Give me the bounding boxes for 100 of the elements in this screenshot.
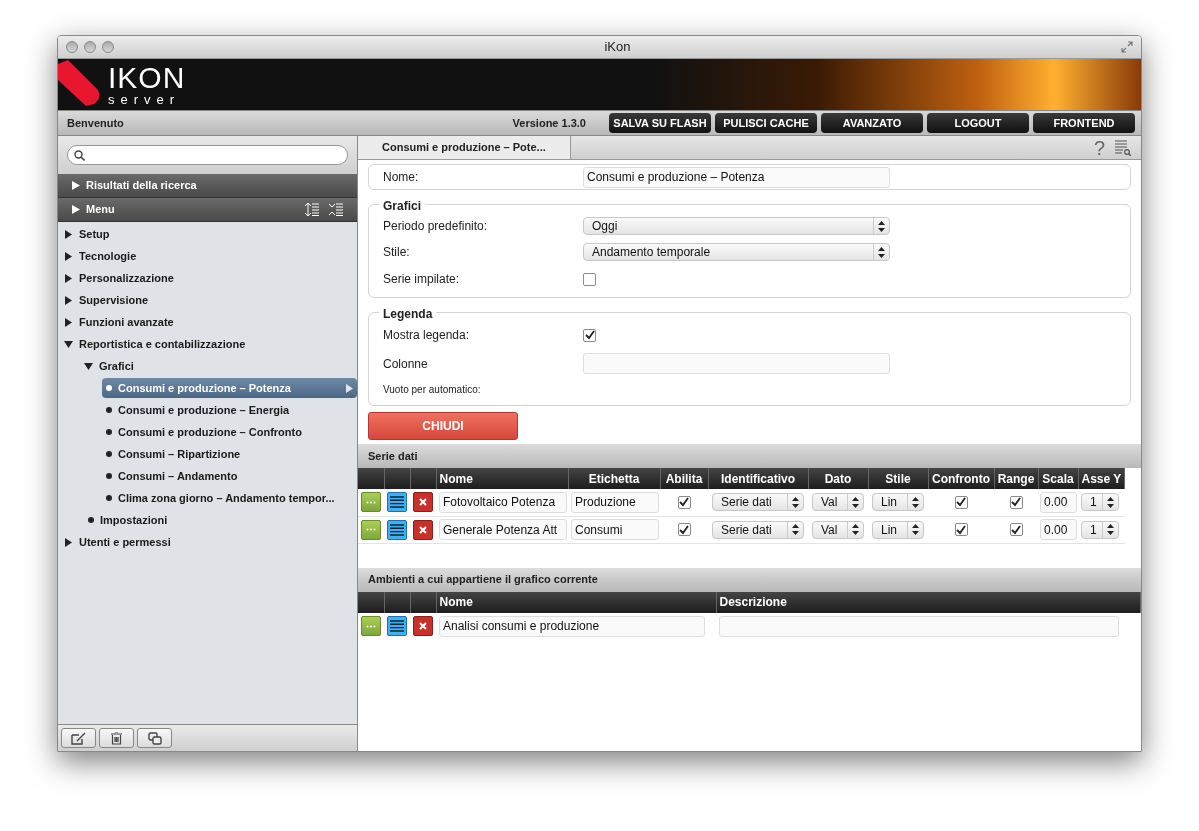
tree-item[interactable]: Supervisione bbox=[79, 291, 149, 309]
tree-item[interactable]: Funzioni avanzate bbox=[79, 313, 174, 331]
collapse-all-icon[interactable] bbox=[329, 203, 343, 216]
enable-checkbox[interactable] bbox=[677, 495, 691, 509]
identifier-select[interactable]: Serie dati bbox=[712, 493, 804, 512]
delete-button[interactable] bbox=[413, 519, 433, 540]
column-header: Abilita bbox=[660, 468, 708, 489]
tree-item[interactable]: Consumi e produzione – Energia bbox=[118, 401, 290, 419]
scale-field[interactable]: 0.00 bbox=[1040, 519, 1077, 540]
collapsed-triangle-icon[interactable] bbox=[64, 273, 73, 283]
section-header[interactable]: Risultati della ricerca bbox=[58, 174, 357, 198]
list-search-icon[interactable] bbox=[1115, 139, 1131, 156]
delete-button[interactable] bbox=[413, 492, 433, 513]
columns-field[interactable] bbox=[583, 353, 890, 374]
name-field[interactable]: Generale Potenza Att bbox=[439, 519, 567, 540]
tree-item[interactable]: Utenti e permessi bbox=[79, 533, 171, 551]
tree-item[interactable]: Clima zona giorno – Andamento tempor... bbox=[118, 489, 335, 507]
edit-button[interactable] bbox=[361, 519, 381, 540]
list-button[interactable] bbox=[387, 492, 407, 513]
identifier-select[interactable]: Serie dati bbox=[712, 520, 804, 539]
collapsed-triangle-icon[interactable] bbox=[64, 295, 73, 305]
toolbar-button[interactable]: FRONTEND bbox=[1033, 113, 1135, 133]
axis-select[interactable]: 1 bbox=[1081, 493, 1119, 512]
edit-button[interactable] bbox=[361, 492, 381, 513]
tab[interactable]: Consumi e produzione – Pote... bbox=[358, 136, 571, 159]
field-label: Periodo predefinito: bbox=[383, 218, 489, 235]
name-field[interactable]: Analisi consumi e produzione bbox=[439, 615, 705, 637]
section-header[interactable]: Menu bbox=[58, 198, 357, 222]
collapsed-triangle-icon[interactable] bbox=[64, 229, 73, 239]
tree-item[interactable]: Setup bbox=[79, 225, 110, 243]
period-select[interactable]: Oggi bbox=[583, 217, 890, 235]
label-field[interactable]: Consumi bbox=[571, 519, 659, 540]
tree-item[interactable]: Reportistica e contabilizzazione bbox=[79, 335, 246, 353]
toolbar-button[interactable]: LOGOUT bbox=[927, 113, 1029, 133]
stacked-checkbox[interactable] bbox=[583, 272, 596, 286]
toolbar-button[interactable]: AVANZATO bbox=[821, 113, 923, 133]
tree-item[interactable]: Impostazioni bbox=[100, 511, 168, 529]
version-text: Versione 1.3.0 bbox=[512, 115, 586, 131]
toolbar-button[interactable]: PULISCI CACHE bbox=[715, 113, 817, 133]
range-checkbox[interactable] bbox=[1009, 523, 1023, 536]
style-select[interactable]: Lin bbox=[872, 520, 924, 539]
scale-field[interactable]: 0.00 bbox=[1040, 491, 1077, 513]
close-button[interactable]: CHIUDI bbox=[368, 412, 518, 440]
logo-subtitle: server bbox=[108, 93, 182, 106]
tree-item[interactable]: Personalizzazione bbox=[79, 269, 174, 287]
tree-item[interactable]: Grafici bbox=[99, 357, 134, 375]
show-legend-checkbox[interactable] bbox=[583, 328, 596, 342]
window-control-icon[interactable] bbox=[102, 41, 114, 53]
list-button[interactable] bbox=[387, 519, 407, 540]
toolbar-button[interactable]: SALVA SU FLASH bbox=[609, 113, 711, 133]
collapsed-triangle-icon[interactable] bbox=[64, 317, 73, 327]
axis-select[interactable]: 1 bbox=[1081, 520, 1119, 539]
list-button[interactable] bbox=[387, 616, 407, 636]
updown-arrows-icon bbox=[852, 524, 859, 535]
collapsed-triangle-icon[interactable] bbox=[64, 537, 73, 547]
collapsed-triangle-icon[interactable] bbox=[64, 251, 73, 261]
compare-checkbox[interactable] bbox=[954, 523, 968, 536]
range-checkbox[interactable] bbox=[1009, 495, 1023, 509]
description-field[interactable] bbox=[719, 615, 1119, 637]
name-field[interactable]: Fotovoltaico Potenza bbox=[439, 491, 567, 513]
style-select[interactable]: Lin bbox=[872, 493, 924, 512]
bullet-icon bbox=[88, 517, 94, 523]
trash-icon bbox=[111, 731, 122, 745]
expand-all-icon[interactable] bbox=[305, 203, 319, 216]
edit-button[interactable] bbox=[361, 616, 381, 636]
style-select[interactable]: Andamento temporale bbox=[583, 243, 890, 261]
column-header: Confronto bbox=[928, 468, 994, 489]
copy-button[interactable] bbox=[137, 728, 172, 748]
data-select[interactable]: Val bbox=[812, 493, 864, 512]
window-control-icon[interactable] bbox=[84, 41, 96, 53]
tree-item[interactable]: Consumi e produzione – Potenza bbox=[102, 378, 357, 398]
tree-item[interactable]: Consumi e produzione – Confronto bbox=[118, 423, 302, 441]
delete-button[interactable] bbox=[413, 616, 433, 636]
field-label: Serie impilate: bbox=[383, 271, 461, 288]
tree-item[interactable]: Tecnologie bbox=[79, 247, 137, 265]
help-icon[interactable]: ? bbox=[1093, 137, 1105, 158]
expanded-triangle-icon[interactable] bbox=[64, 339, 73, 349]
search-field[interactable] bbox=[67, 145, 348, 165]
lines-icon bbox=[390, 496, 404, 509]
data-select[interactable]: Val bbox=[812, 520, 864, 539]
edit-button[interactable] bbox=[61, 728, 96, 748]
column-header: Asse Y bbox=[1078, 468, 1125, 489]
name-field[interactable]: Consumi e produzione – Potenza bbox=[583, 166, 890, 188]
collapsed-triangle-icon bbox=[72, 181, 80, 190]
compare-checkbox[interactable] bbox=[954, 495, 968, 509]
updown-arrows-icon bbox=[852, 496, 859, 508]
updown-arrows-icon bbox=[792, 496, 799, 508]
tree-item[interactable]: Consumi – Ripartizione bbox=[118, 445, 241, 463]
window-control-icon[interactable] bbox=[66, 41, 78, 53]
section-title: Ambienti a cui appartiene il grafico corrente bbox=[358, 567, 1141, 592]
tree-item[interactable]: Consumi – Andamento bbox=[118, 467, 238, 485]
expanded-triangle-icon[interactable] bbox=[84, 361, 93, 371]
field-label: Nome: bbox=[383, 169, 420, 186]
trash-button[interactable] bbox=[99, 728, 134, 748]
column-header: Stile bbox=[868, 468, 928, 489]
label-field[interactable]: Produzione bbox=[571, 491, 659, 513]
hint-text: Vuoto per automatico: bbox=[383, 383, 482, 397]
enable-checkbox[interactable] bbox=[677, 523, 691, 536]
column-header: Descrizione bbox=[716, 591, 1140, 613]
fullscreen-icon[interactable] bbox=[1121, 41, 1133, 53]
